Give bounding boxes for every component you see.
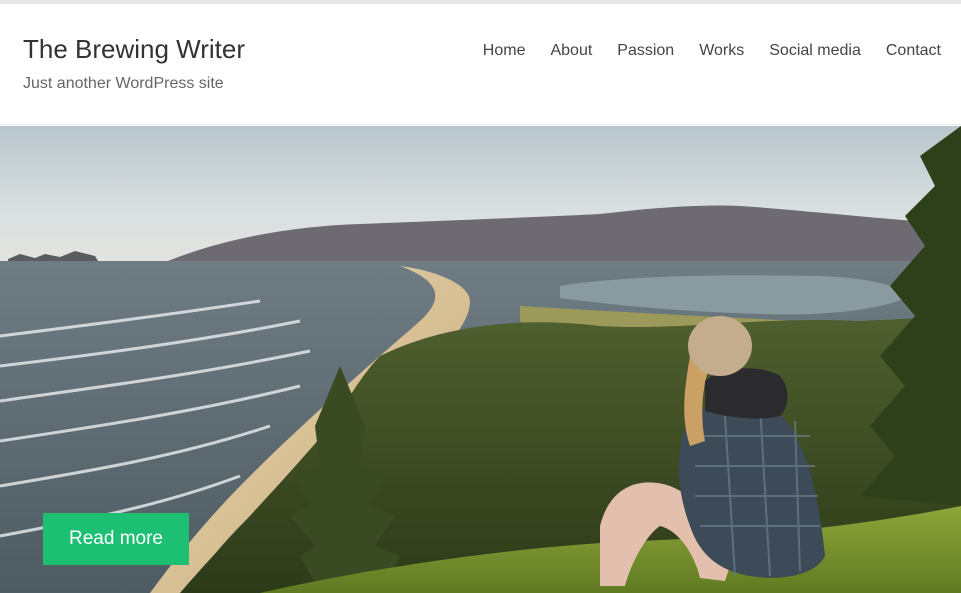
nav-item-about[interactable]: About (550, 40, 592, 62)
site-title-link[interactable]: The Brewing Writer (23, 32, 245, 66)
nav-item-social-media[interactable]: Social media (769, 40, 861, 62)
hero-banner: Read more (0, 126, 961, 593)
person-beanie (688, 316, 752, 376)
nav-item-works[interactable]: Works (699, 40, 744, 62)
site-tagline: Just another WordPress site (23, 75, 224, 92)
site-header: The Brewing Writer Just another WordPres… (0, 4, 961, 125)
nav-item-passion[interactable]: Passion (617, 40, 674, 62)
nav-item-contact[interactable]: Contact (886, 40, 941, 62)
main-nav: Home About Passion Works Social media Co… (483, 40, 941, 62)
nav-item-home[interactable]: Home (483, 40, 526, 62)
read-more-button[interactable]: Read more (43, 513, 189, 565)
